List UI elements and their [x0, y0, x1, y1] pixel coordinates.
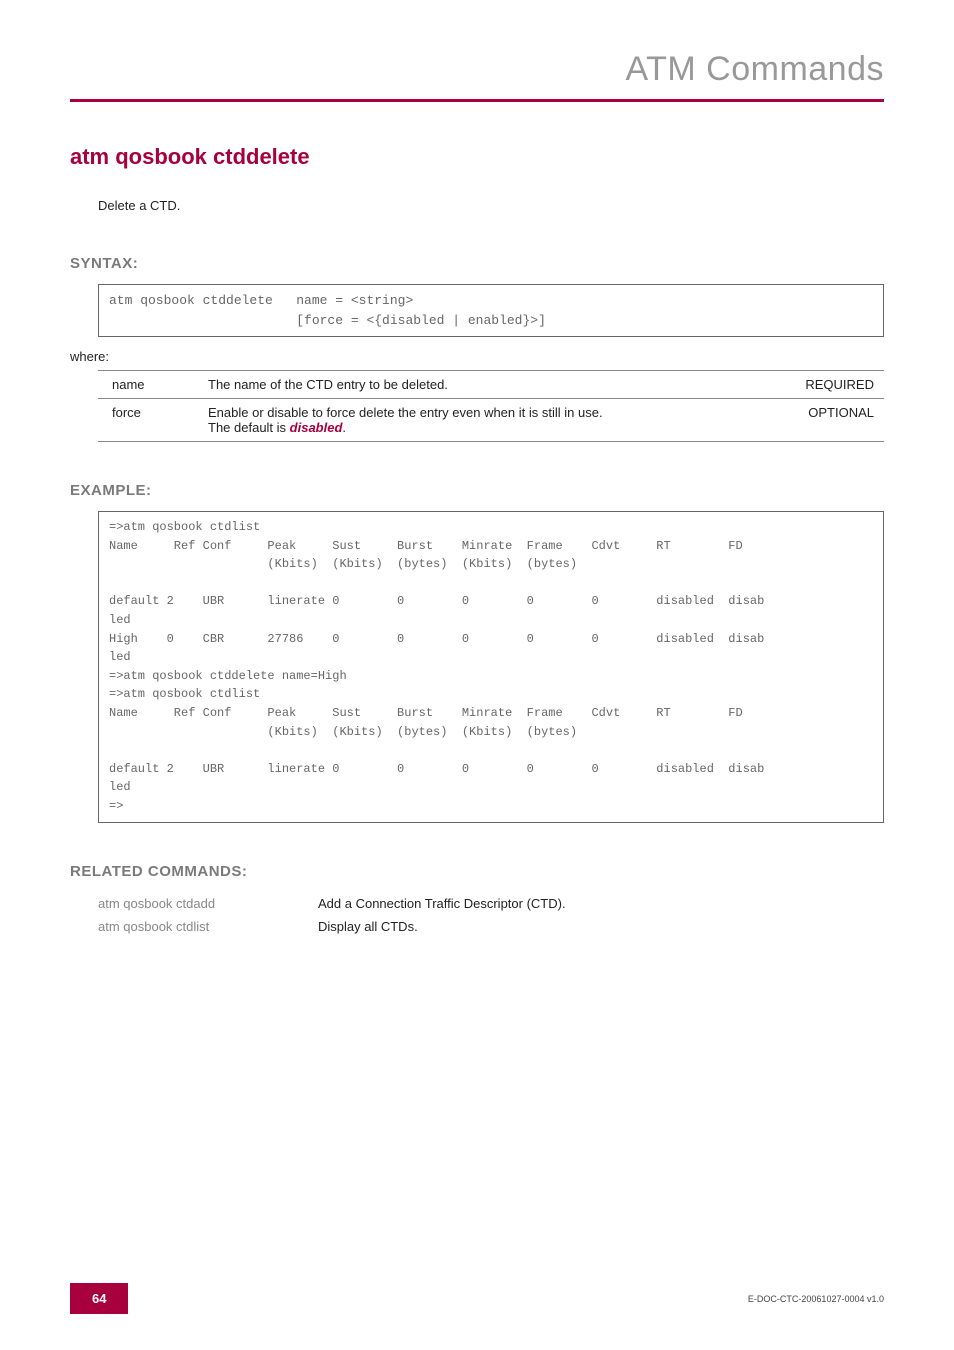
param-name: force: [98, 399, 200, 442]
page-header-title: ATM Commands: [70, 50, 884, 99]
syntax-heading: SYNTAX:: [70, 255, 884, 272]
command-title: atm qosbook ctddelete: [70, 144, 884, 170]
param-desc-em: disabled: [290, 420, 343, 435]
related-cmd: atm qosbook ctdadd: [98, 892, 318, 915]
param-required: OPTIONAL: [766, 399, 884, 442]
table-row: atm qosbook ctdlist Display all CTDs.: [98, 915, 566, 938]
related-cmd: atm qosbook ctdlist: [98, 915, 318, 938]
param-required: REQUIRED: [766, 371, 884, 399]
param-table: name The name of the CTD entry to be del…: [98, 370, 884, 442]
param-desc-post: .: [342, 420, 346, 435]
related-desc: Add a Connection Traffic Descriptor (CTD…: [318, 892, 566, 915]
syntax-code: atm qosbook ctddelete name = <string> [f…: [98, 284, 884, 337]
example-code: =>atm qosbook ctdlist Name Ref Conf Peak…: [98, 511, 884, 823]
related-desc: Display all CTDs.: [318, 915, 566, 938]
param-name: name: [98, 371, 200, 399]
table-row: name The name of the CTD entry to be del…: [98, 371, 884, 399]
related-heading: RELATED COMMANDS:: [70, 863, 884, 880]
page-number: 64: [70, 1283, 128, 1314]
param-desc-pre: Enable or disable to force delete the en…: [208, 405, 603, 435]
related-commands-table: atm qosbook ctdadd Add a Connection Traf…: [98, 892, 566, 938]
param-desc: Enable or disable to force delete the en…: [200, 399, 766, 442]
param-desc: The name of the CTD entry to be deleted.: [200, 371, 766, 399]
header-rule: [70, 99, 884, 102]
doc-id: E-DOC-CTC-20061027-0004 v1.0: [748, 1294, 884, 1304]
table-row: atm qosbook ctdadd Add a Connection Traf…: [98, 892, 566, 915]
command-description: Delete a CTD.: [98, 198, 884, 213]
where-label: where:: [70, 349, 884, 364]
table-row: force Enable or disable to force delete …: [98, 399, 884, 442]
example-heading: EXAMPLE:: [70, 482, 884, 499]
